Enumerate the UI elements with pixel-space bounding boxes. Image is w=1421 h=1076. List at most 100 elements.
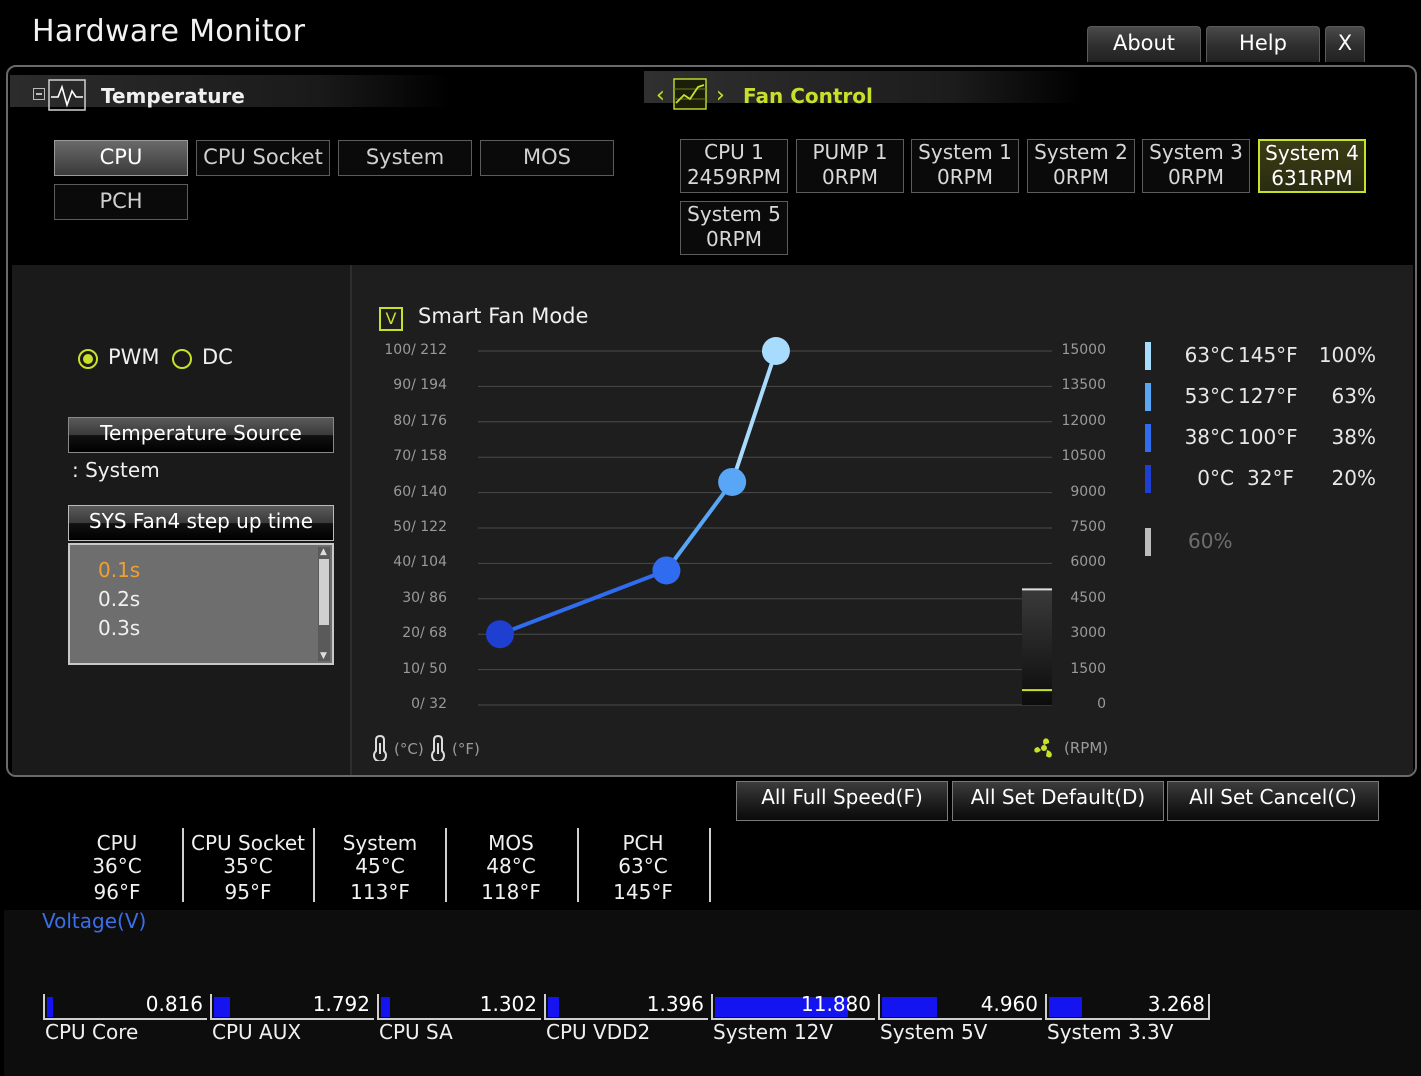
fan-name: PUMP 1 bbox=[812, 140, 888, 164]
voltage-value: 1.792 bbox=[312, 992, 370, 1016]
about-button[interactable]: About bbox=[1087, 26, 1201, 62]
fan-prev-arrow[interactable]: ‹ bbox=[656, 83, 665, 108]
curve-point-handle[interactable] bbox=[652, 556, 681, 585]
right-axis-tick: 0 bbox=[1097, 696, 1106, 712]
temp-fahrenheit: 118°F bbox=[481, 880, 541, 904]
fahrenheit-unit: (°F) bbox=[452, 740, 480, 758]
tab-mos[interactable]: MOS bbox=[480, 140, 614, 176]
tab-cpu-socket[interactable]: CPU Socket bbox=[196, 140, 330, 176]
right-axis-tick: 3000 bbox=[1070, 625, 1106, 642]
tab-system[interactable]: System bbox=[338, 140, 472, 176]
tab-pch[interactable]: PCH bbox=[54, 184, 188, 220]
left-axis-tick: 40/ 104 bbox=[393, 554, 447, 571]
voltage-label: CPU VDD2 bbox=[546, 1020, 651, 1044]
curve-point-handle[interactable] bbox=[486, 620, 514, 649]
fan-curve-chart[interactable] bbox=[12, 265, 1112, 775]
fan-name: System 4 bbox=[1265, 141, 1359, 165]
left-axis-tick: 30/ 86 bbox=[402, 589, 447, 606]
right-axis-tick: 12000 bbox=[1061, 412, 1106, 429]
left-axis-tick: 90/ 194 bbox=[393, 377, 447, 394]
voltage-value: 11.880 bbox=[801, 992, 871, 1016]
left-axis-tick: 60/ 140 bbox=[393, 483, 447, 500]
all-set-cancel-button[interactable]: All Set Cancel(C) bbox=[1167, 781, 1379, 821]
temp-readout-pch: PCH 63°C 145°F bbox=[578, 832, 708, 904]
gauge-fill bbox=[47, 997, 53, 1017]
temp-fahrenheit: 145°F bbox=[613, 880, 673, 904]
curve-point-handle[interactable] bbox=[761, 337, 790, 365]
temp-readout-mos: MOS 48°C 118°F bbox=[446, 832, 576, 904]
right-axis-tick: 7500 bbox=[1070, 519, 1106, 535]
celsius-unit: (°C) bbox=[394, 740, 424, 758]
legend-swatch bbox=[1145, 342, 1151, 370]
fan-settings-panel: PWM DC Temperature Source : System SYS F… bbox=[12, 265, 1413, 775]
temp-fahrenheit: 113°F bbox=[350, 880, 410, 904]
legend-celsius: 53°C bbox=[1184, 384, 1234, 408]
left-axis-tick: 70/ 158 bbox=[393, 448, 447, 465]
voltage-value: 1.396 bbox=[646, 992, 704, 1016]
gauge-fill bbox=[381, 997, 390, 1017]
fan-rpm: 0RPM bbox=[1053, 165, 1109, 189]
tab-cpu[interactable]: CPU bbox=[54, 140, 188, 176]
gauge-fill bbox=[548, 997, 559, 1017]
voltage-value: 1.302 bbox=[479, 992, 537, 1016]
voltage-gauge: 1.792 bbox=[210, 992, 374, 1020]
fan-system5-button[interactable]: System 5 0RPM bbox=[680, 201, 788, 255]
curve-point-handle[interactable] bbox=[718, 467, 747, 496]
fan-rpm: 0RPM bbox=[822, 165, 878, 189]
temp-name: System bbox=[342, 831, 418, 855]
collapse-icon[interactable] bbox=[33, 88, 45, 100]
fan-rpm: 0RPM bbox=[937, 165, 993, 189]
app-title: Hardware Monitor bbox=[32, 14, 306, 49]
right-axis-tick: 13500 bbox=[1061, 377, 1106, 394]
temp-celsius: 48°C bbox=[486, 854, 536, 878]
all-set-default-button[interactable]: All Set Default(D) bbox=[952, 781, 1164, 821]
legend-percent: 20% bbox=[1331, 466, 1376, 490]
temp-celsius: 45°C bbox=[355, 854, 405, 878]
fan-next-arrow[interactable]: › bbox=[716, 83, 725, 108]
legend-percent: 38% bbox=[1331, 425, 1376, 449]
fan-name: System 5 bbox=[687, 202, 781, 226]
main-panel: Temperature ‹ › Fan Control CPU CPU Sock… bbox=[6, 65, 1417, 777]
temp-readout-system: System 45°C 113°F bbox=[315, 832, 445, 904]
fan-cpu1-button[interactable]: CPU 1 2459RPM bbox=[680, 139, 788, 193]
legend-celsius: 38°C bbox=[1184, 425, 1234, 449]
voltage-gauge: 3.268 bbox=[1045, 992, 1209, 1020]
gauge-fill bbox=[882, 997, 937, 1017]
all-full-speed-button[interactable]: All Full Speed(F) bbox=[736, 781, 948, 821]
close-button[interactable]: X bbox=[1325, 26, 1365, 62]
rpm-unit: (RPM) bbox=[1064, 739, 1109, 757]
temp-readout-cpu-socket: CPU Socket 35°C 95°F bbox=[183, 832, 313, 904]
left-axis-tick: 80/ 176 bbox=[393, 412, 447, 429]
legend-celsius: 0°C bbox=[1197, 466, 1234, 490]
legend-fahrenheit: 100°F bbox=[1238, 425, 1298, 449]
fan-system2-button[interactable]: System 2 0RPM bbox=[1027, 139, 1135, 193]
legend-swatch bbox=[1145, 383, 1151, 411]
temp-readout-cpu: CPU 36°C 96°F bbox=[52, 832, 182, 904]
temp-celsius: 35°C bbox=[223, 854, 273, 878]
right-axis-tick: 9000 bbox=[1070, 483, 1106, 500]
fan-section-title: Fan Control bbox=[743, 84, 873, 108]
rpm-gauge bbox=[1022, 589, 1052, 705]
help-button[interactable]: Help bbox=[1206, 26, 1320, 62]
curve-segment bbox=[664, 480, 734, 572]
voltage-title: Voltage(V) bbox=[42, 909, 147, 933]
fan-system3-button[interactable]: System 3 0RPM bbox=[1142, 139, 1250, 193]
fan-system1-button[interactable]: System 1 0RPM bbox=[911, 139, 1019, 193]
legend-swatch bbox=[1145, 528, 1151, 556]
fan-rpm: 0RPM bbox=[706, 227, 762, 251]
temperature-monitor-icon bbox=[48, 79, 86, 111]
fan-name: CPU 1 bbox=[704, 140, 764, 164]
divider bbox=[709, 828, 711, 902]
voltage-gauge: 4.960 bbox=[878, 992, 1042, 1020]
voltage-label: System 12V bbox=[713, 1020, 834, 1044]
voltage-gauge: 11.880 bbox=[711, 992, 875, 1020]
voltage-label: CPU AUX bbox=[212, 1020, 302, 1044]
fan-pump1-button[interactable]: PUMP 1 0RPM bbox=[796, 139, 904, 193]
temp-name: CPU bbox=[96, 831, 138, 855]
voltage-gauge: 1.396 bbox=[544, 992, 708, 1020]
legend-swatch bbox=[1145, 465, 1151, 493]
voltage-scale-end bbox=[1208, 994, 1210, 1020]
temp-celsius: 36°C bbox=[92, 854, 142, 878]
voltage-panel bbox=[4, 910, 1421, 1076]
fan-system4-button[interactable]: System 4 631RPM bbox=[1258, 139, 1366, 193]
